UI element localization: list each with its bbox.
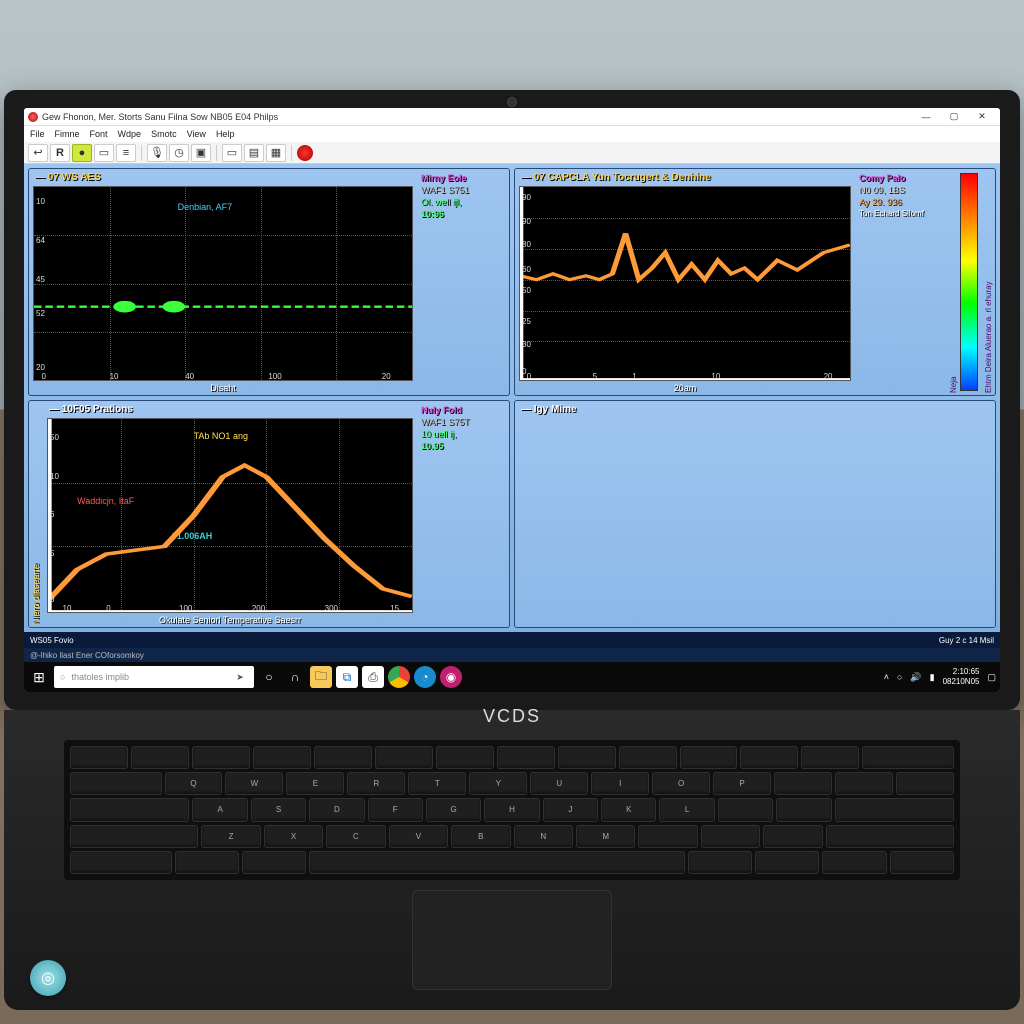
system-tray: ˄ ○ 🔊 ▮ 2:10:65 08210N05 ▢ xyxy=(884,667,996,687)
cortana-icon[interactable]: ○ xyxy=(258,666,280,688)
headphones-icon[interactable]: ∩ xyxy=(284,666,306,688)
menu-font[interactable]: Font xyxy=(90,129,108,139)
webcam xyxy=(507,97,517,107)
chart-tl-xlabel: Disaht xyxy=(33,383,413,393)
laptop-logo: VCDS xyxy=(483,706,541,727)
play-icon[interactable]: ▣ xyxy=(191,144,211,162)
separator xyxy=(291,145,292,161)
chrome-icon[interactable] xyxy=(388,666,410,688)
app-icon xyxy=(28,112,38,122)
battery-icon[interactable]: ▮ xyxy=(930,672,935,683)
panel-tl-title: — 07 WS AES xyxy=(33,171,413,184)
window-titlebar: Gew Fhonon, Mer. Storts Sanu Filna Sow N… xyxy=(24,108,1000,126)
taskbar-clock[interactable]: 2:10:65 08210N05 xyxy=(943,667,980,687)
sticker-icon: ◎ xyxy=(30,960,66,996)
menu-smotc[interactable]: Smotc xyxy=(151,129,177,139)
separator xyxy=(141,145,142,161)
chart-tl[interactable]: Denbian, AF7 0 10 40 100 20 20 xyxy=(33,186,413,381)
menubar: File Fimne Font Wdpe Smotc View Help xyxy=(24,126,1000,142)
maximize-button[interactable]: ▢ xyxy=(940,109,968,125)
colorbar-top-label: Neja xyxy=(947,169,960,395)
chart-tr[interactable]: 0 5 1 10 20 0 30 25 50 60 80 90 xyxy=(519,186,851,381)
box-icon[interactable]: ▭ xyxy=(94,144,114,162)
send-icon[interactable]: ➤ xyxy=(232,669,248,685)
app-blue-icon[interactable]: ◔ xyxy=(414,666,436,688)
menu-view[interactable]: View xyxy=(187,129,206,139)
minimize-button[interactable]: — xyxy=(912,109,940,125)
screen-icon[interactable]: ▭ xyxy=(222,144,242,162)
trackpad xyxy=(412,890,612,990)
separator xyxy=(216,145,217,161)
notifications-icon[interactable]: ▢ xyxy=(987,672,996,683)
panel-bl-legend: Nuly Fold WAF1 S75T 10 uell ij, 10.95 xyxy=(417,401,509,627)
camera-icon[interactable]: ⎙ xyxy=(362,666,384,688)
panel-tr-title: — 07 CAPCLA Yun Tocrugert & Denhine xyxy=(519,171,851,184)
mic-icon[interactable]: 🎙 xyxy=(147,144,167,162)
taskbar: ⊞ ○ thatoles implib ➤ ○ ∩ 🗀 ⧉ ⎙ ◔ ◉ ˄ ○ … xyxy=(24,662,1000,692)
chart-bl-ylabel: Niero diasearte xyxy=(29,401,43,627)
panel-tl-legend: Mirny Eole WAF1 S751 Ol. well ijl, 10:96 xyxy=(417,169,509,395)
menu-fimne[interactable]: Fimne xyxy=(55,129,80,139)
search-input[interactable]: ○ thatoles implib ➤ xyxy=(54,666,254,688)
menu-file[interactable]: File xyxy=(30,129,45,139)
sheet-icon[interactable]: ▤ xyxy=(244,144,264,162)
statusbar-2: @-lhiko llast Ener COforsomkoy xyxy=(24,648,1000,662)
statusbar: WS05 Fovio Guy 2 c 14 Msil xyxy=(24,632,1000,648)
status-left: WS05 Fovio xyxy=(30,636,74,645)
search-icon: ○ xyxy=(60,672,65,682)
panel-br: — Igy Mime xyxy=(514,400,996,628)
panel-bl: Niero diasearte — 10F05 Prations TAb NO1… xyxy=(28,400,510,628)
panel-bl-title: — 10F05 Prations xyxy=(47,403,413,416)
back-icon[interactable]: ↩ xyxy=(28,144,48,162)
menu-help[interactable]: Help xyxy=(216,129,235,139)
network-icon[interactable]: ○ xyxy=(897,672,902,682)
start-button[interactable]: ⊞ xyxy=(28,666,50,688)
close-button[interactable]: ✕ xyxy=(968,109,996,125)
store-icon[interactable]: ⧉ xyxy=(336,666,358,688)
bold-r-icon[interactable]: R xyxy=(50,144,70,162)
record-icon[interactable] xyxy=(297,145,313,161)
chart-grid: — 07 WS AES Denbian, AF7 0 10 xyxy=(24,164,1000,632)
window-title: Gew Fhonon, Mer. Storts Sanu Filna Sow N… xyxy=(42,112,912,122)
explorer-icon[interactable]: 🗀 xyxy=(310,666,332,688)
toolbar: ↩ R ● ▭ ≡ 🎙 ◷ ▣ ▭ ▤ ▦ xyxy=(24,142,1000,164)
laptop-base: VCDS QWERTYUIOP ASDFGHJKL ZXCVBNM ◎ xyxy=(4,710,1020,1010)
panel-tr: — 07 CAPCLA Yun Tocrugert & Denhine 0 5 … xyxy=(514,168,996,396)
menu-icon[interactable]: ≡ xyxy=(116,144,136,162)
circle-icon[interactable]: ● xyxy=(72,144,92,162)
chart-bl-xlabel: Okulate Seniorl Temperative Saesrr xyxy=(47,615,413,625)
volume-icon[interactable]: 🔊 xyxy=(910,672,921,683)
colorbar-label: Ehtm Deira Aluerao a. rl ehuray xyxy=(982,169,995,395)
chart-tr-xlabel: 20am xyxy=(519,383,851,393)
keyboard: QWERTYUIOP ASDFGHJKL ZXCVBNM xyxy=(64,740,960,880)
search-placeholder: thatoles implib xyxy=(71,672,129,682)
chevron-up-icon[interactable]: ˄ xyxy=(884,672,889,682)
panel-tl: — 07 WS AES Denbian, AF7 0 10 xyxy=(28,168,510,396)
panel-br-title: — Igy Mime xyxy=(519,403,991,416)
clock-icon[interactable]: ◷ xyxy=(169,144,189,162)
menu-wdpe[interactable]: Wdpe xyxy=(118,129,142,139)
app-pink-icon[interactable]: ◉ xyxy=(440,666,462,688)
grid-icon[interactable]: ▦ xyxy=(266,144,286,162)
status-right: Guy 2 c 14 Msil xyxy=(939,636,994,645)
chart-bl[interactable]: TAb NO1 ang Waddicjn, ItaF 01.006AH 10 0… xyxy=(47,418,413,613)
panel-tr-legend: Comy Palo N0 09, 1BS Ay 29. 936 Ton Echa… xyxy=(855,169,947,395)
colorbar xyxy=(960,173,978,391)
